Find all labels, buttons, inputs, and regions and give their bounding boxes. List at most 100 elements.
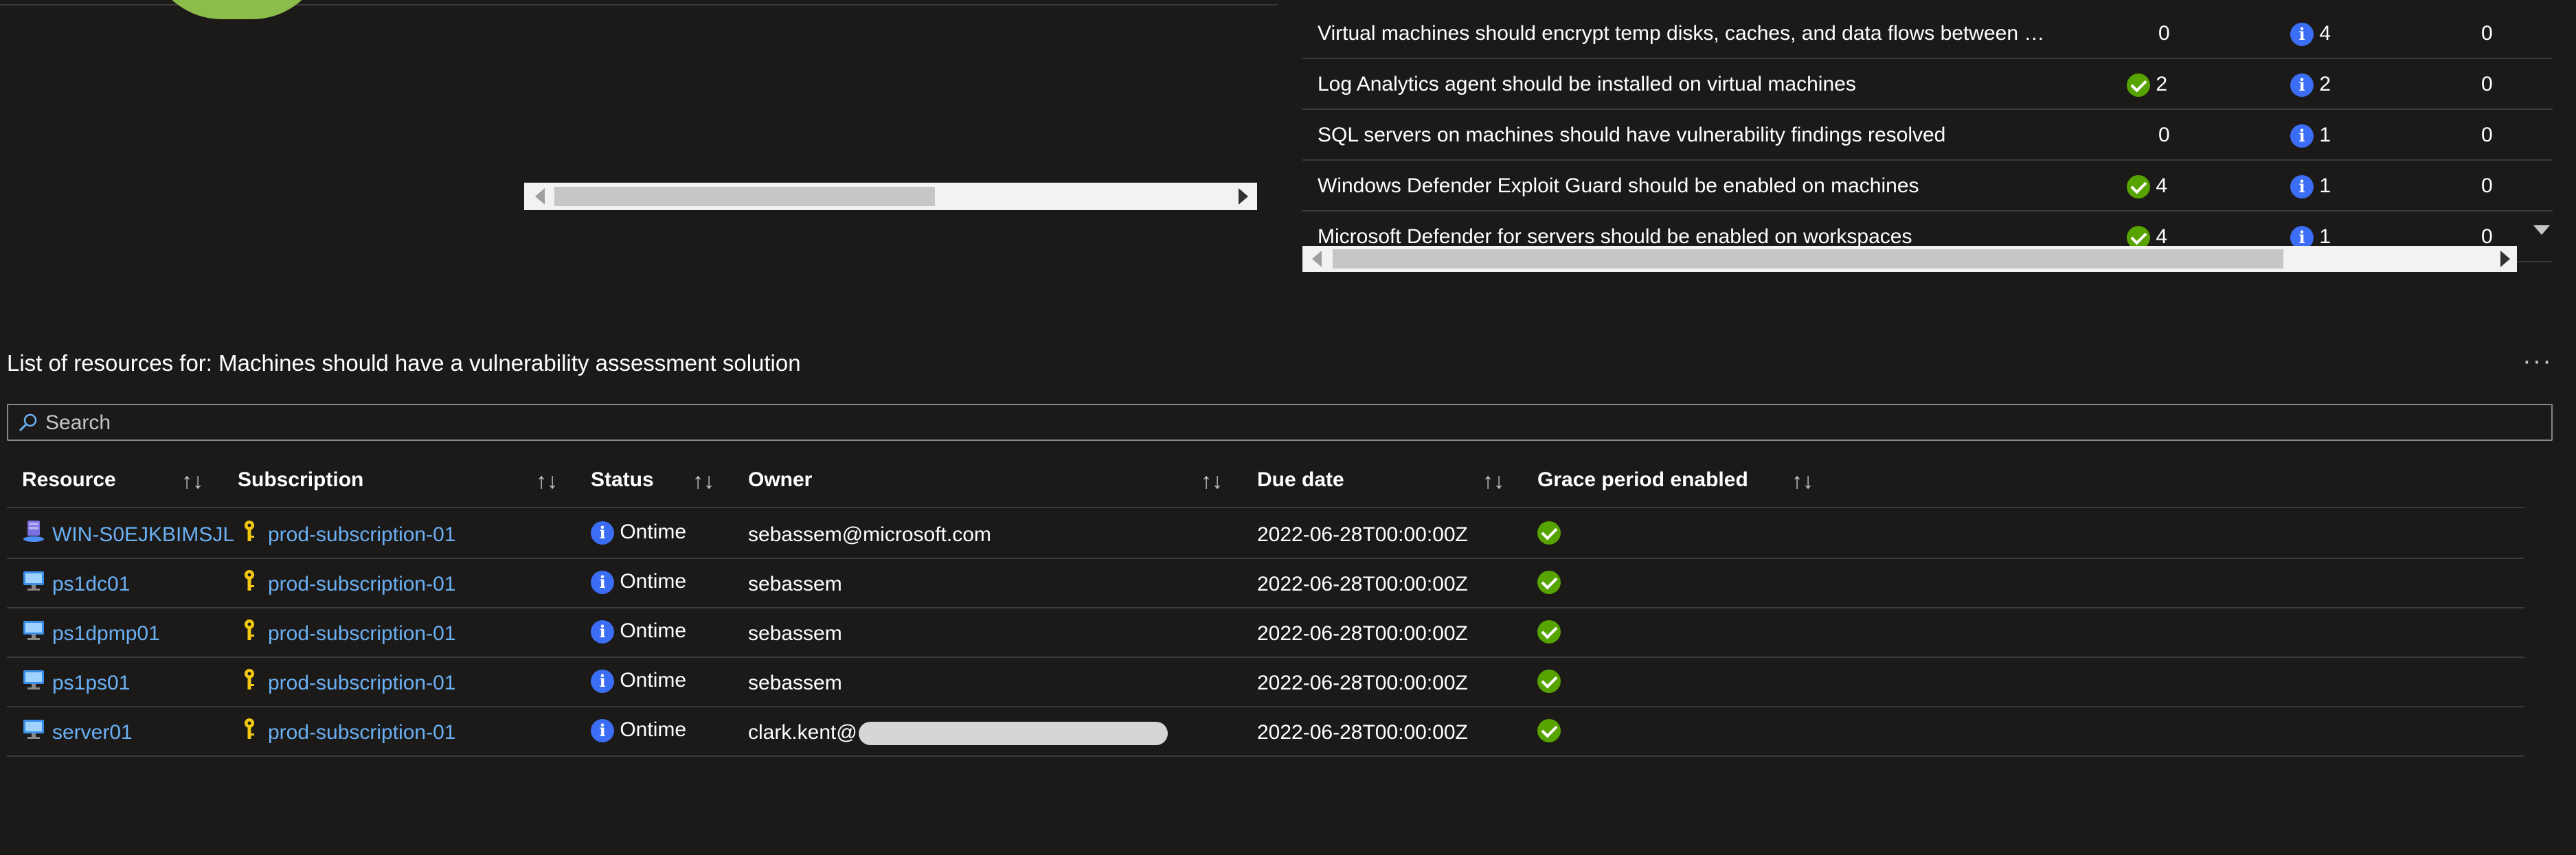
recommendation-row[interactable]: Log Analytics agent should be installed …: [1302, 59, 2553, 110]
info-icon: i: [591, 620, 614, 644]
column-header-resource[interactable]: Resource: [22, 468, 116, 492]
unhealthy-count: i 2: [2290, 73, 2331, 98]
key-icon: [245, 718, 254, 739]
scroll-right-arrow-icon[interactable]: [2500, 251, 2510, 267]
grace-check-icon: [1537, 670, 1561, 694]
sort-subscription-icon[interactable]: ↑↓: [536, 468, 558, 494]
donut-chart-fragment: [148, 0, 326, 19]
scroll-right-arrow-icon[interactable]: [1239, 188, 1248, 205]
more-options-icon[interactable]: ···: [2522, 347, 2553, 376]
virtual-machine-icon: [23, 720, 44, 739]
recommendation-name[interactable]: Windows Defender Exploit Guard should be…: [1318, 174, 2046, 198]
subscription-link[interactable]: prod-subscription-01: [268, 672, 455, 695]
grace-period-cell: [1537, 619, 1561, 644]
not-applicable-count: 0: [2481, 174, 2493, 197]
due-date-cell: 2022-06-28T00:00:00Z: [1257, 672, 1468, 694]
sort-resource-icon[interactable]: ↑↓: [181, 468, 203, 494]
grace-period-cell: [1537, 669, 1561, 694]
column-header-subscription[interactable]: Subscription: [238, 468, 363, 492]
key-icon: [245, 669, 254, 689]
grace-check-icon: [1537, 521, 1561, 545]
grace-check-icon: [1537, 620, 1561, 644]
status-cell: i Ontime: [591, 570, 686, 595]
search-icon: [19, 413, 37, 432]
not-applicable-count: 0: [2481, 22, 2493, 45]
column-header-due-date[interactable]: Due date: [1257, 468, 1344, 492]
recommendation-name[interactable]: SQL servers on machines should have vuln…: [1318, 124, 2046, 147]
subscription-link[interactable]: prod-subscription-01: [268, 721, 455, 744]
owner-cell: sebassem: [748, 672, 842, 694]
info-icon: i: [591, 571, 614, 595]
healthy-check-icon: [2127, 73, 2150, 98]
status-cell: i Ontime: [591, 521, 686, 545]
status-cell: i Ontime: [591, 619, 686, 644]
owner-cell: clark.kent@: [748, 721, 1168, 746]
info-icon: i: [591, 719, 614, 743]
key-icon: [245, 619, 254, 640]
column-header-status[interactable]: Status: [591, 468, 654, 492]
key-icon: [245, 570, 254, 591]
resources-list-title: List of resources for: Machines should h…: [7, 350, 801, 376]
healthy-count: 4: [2127, 174, 2167, 199]
due-date-cell: 2022-06-28T00:00:00Z: [1257, 573, 1468, 595]
info-icon: i: [591, 670, 614, 694]
healthy-count: 2: [2127, 73, 2167, 98]
recommendation-name[interactable]: Virtual machines should encrypt temp dis…: [1318, 22, 2046, 45]
due-date-cell: 2022-06-28T00:00:00Z: [1257, 721, 1468, 744]
grace-check-icon: [1537, 719, 1561, 743]
sort-due-date-icon[interactable]: ↑↓: [1482, 468, 1504, 494]
table-row[interactable]: ps1dc01 prod-subscription-01 i Ontime sebas…: [7, 559, 2524, 608]
redacted-email: [858, 722, 1168, 746]
grace-period-cell: [1537, 521, 1561, 545]
table-row[interactable]: ps1dpmp01 prod-subscription-01 i Ontime seb…: [7, 608, 2524, 658]
scroll-left-arrow-icon[interactable]: [535, 188, 545, 205]
virtual-machine-icon: [23, 621, 44, 640]
resource-link[interactable]: ps1dc01: [52, 573, 130, 596]
table-row[interactable]: server01 prod-subscription-01 i Ontime clar…: [7, 707, 2524, 757]
scroll-down-arrow-icon[interactable]: [2533, 225, 2550, 235]
sort-status-icon[interactable]: ↑↓: [692, 468, 714, 494]
scrollbar-thumb[interactable]: [554, 187, 935, 206]
column-header-grace-period[interactable]: Grace period enabled: [1537, 468, 1748, 492]
resource-link[interactable]: ps1dpmp01: [52, 622, 160, 646]
resource-link[interactable]: server01: [52, 721, 133, 744]
table-horizontal-scrollbar[interactable]: [1302, 246, 2517, 272]
owner-cell: sebassem: [748, 622, 842, 645]
status-cell: i Ontime: [591, 669, 686, 694]
search-input[interactable]: [44, 409, 2520, 437]
owner-cell: sebassem@microsoft.com: [748, 523, 991, 546]
recommendation-row[interactable]: Windows Defender Exploit Guard should be…: [1302, 161, 2553, 212]
grace-period-cell: [1537, 718, 1561, 743]
arc-server-icon: [23, 521, 44, 542]
recommendation-name[interactable]: Log Analytics agent should be installed …: [1318, 73, 2046, 96]
due-date-cell: 2022-06-28T00:00:00Z: [1257, 523, 1468, 546]
info-icon: i: [2290, 175, 2314, 199]
subscription-link[interactable]: prod-subscription-01: [268, 573, 455, 596]
resource-link[interactable]: WIN-S0EJKBIMSJL: [52, 523, 234, 547]
unhealthy-count: i 1: [2290, 124, 2331, 148]
unhealthy-count: i 4: [2290, 22, 2331, 47]
unhealthy-count: i 1: [2290, 174, 2331, 199]
scroll-left-arrow-icon[interactable]: [1312, 251, 1322, 267]
table-row[interactable]: WIN-S0EJKBIMSJL prod-subscription-01 i Ont…: [7, 510, 2524, 559]
recommendation-row[interactable]: SQL servers on machines should have vuln…: [1302, 110, 2553, 161]
subscription-link[interactable]: prod-subscription-01: [268, 622, 455, 646]
recommendations-table: Virtual machines should encrypt temp dis…: [1302, 8, 2553, 262]
recommendation-name[interactable]: Microsoft Defender for servers should be…: [1318, 225, 2046, 249]
not-applicable-count: 0: [2481, 225, 2493, 248]
resource-link[interactable]: ps1ps01: [52, 672, 130, 695]
search-box[interactable]: [7, 404, 2553, 441]
table-row[interactable]: ps1ps01 prod-subscription-01 i Ontime sebas…: [7, 658, 2524, 707]
chart-horizontal-scrollbar[interactable]: [524, 183, 1257, 210]
virtual-machine-icon: [23, 670, 44, 689]
sort-grace-period-icon[interactable]: ↑↓: [1792, 468, 1814, 494]
key-icon: [245, 521, 254, 541]
not-applicable-count: 0: [2481, 124, 2493, 146]
info-icon: i: [2290, 124, 2314, 148]
sort-owner-icon[interactable]: ↑↓: [1201, 468, 1223, 494]
scrollbar-thumb[interactable]: [1333, 249, 2283, 269]
subscription-link[interactable]: prod-subscription-01: [268, 523, 455, 547]
recommendation-row[interactable]: Virtual machines should encrypt temp dis…: [1302, 8, 2553, 59]
grace-period-cell: [1537, 570, 1561, 595]
column-header-owner[interactable]: Owner: [748, 468, 812, 492]
